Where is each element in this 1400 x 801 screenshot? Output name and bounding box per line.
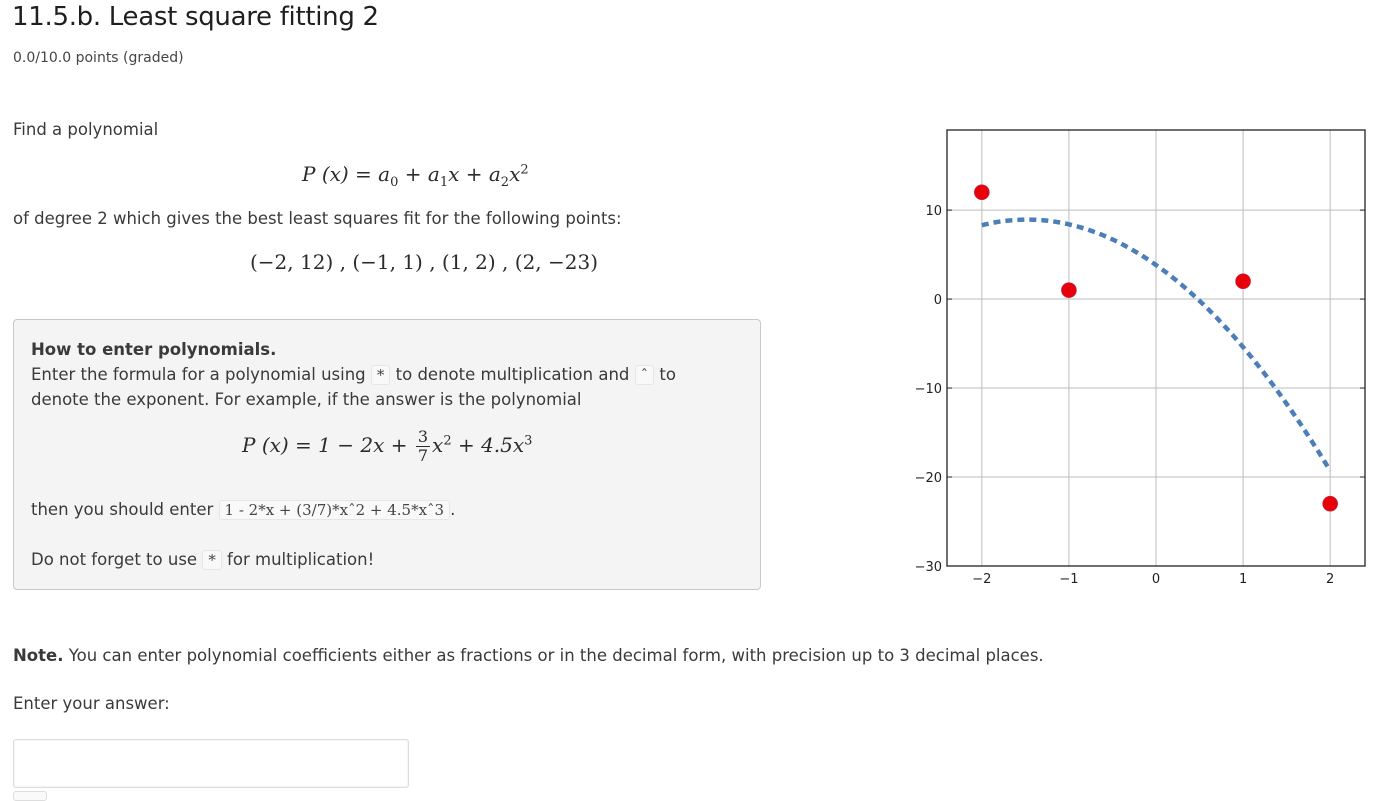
example-lhs: P (x) = 1 − 2x + — [242, 433, 414, 457]
y-tick-label: −20 — [915, 471, 942, 486]
x-tick-label: −1 — [1059, 572, 1078, 587]
answer-label: Enter your answer: — [13, 694, 170, 713]
y-tick-label: −30 — [915, 560, 942, 575]
then-line: then you should enter 1 - 2*x + (3/7)*xˆ… — [31, 500, 456, 520]
data-point — [1322, 495, 1338, 512]
y-tick-label: −10 — [915, 382, 942, 397]
info-text: to — [654, 365, 676, 384]
info-text: for multiplication! — [221, 550, 375, 569]
exponent: 2 — [520, 162, 529, 178]
example-code: 1 - 2*x + (3/7)*xˆ2 + 4.5*xˆ3 — [218, 500, 451, 520]
multiplication-symbol: * — [202, 550, 222, 570]
least-squares-chart: −2 −1 0 1 2 100−10−20−30 — [915, 129, 1366, 587]
grid-lines — [947, 130, 1365, 567]
exponent: 2 — [443, 433, 452, 449]
coef-a1-sub: 1 — [439, 175, 449, 190]
info-line-1: Enter the formula for a polynomial using… — [31, 365, 676, 385]
coef-a2: a — [488, 162, 501, 186]
points-status: 0.0/10.0 points (graded) — [13, 50, 184, 66]
coef-a0: a — [378, 162, 391, 186]
coef-a1: a — [427, 162, 440, 186]
note-text: Note. You can enter polynomial coefficie… — [13, 646, 1044, 665]
var-x: x — [509, 162, 521, 186]
data-point — [1061, 282, 1077, 298]
note-label: Note. — [13, 646, 64, 665]
intro-text: Find a polynomial — [13, 120, 159, 139]
exponent-symbol: ˆ — [634, 365, 655, 385]
problem-title: 11.5.b. Least square fitting 2 — [12, 2, 379, 32]
submit-button-partial[interactable] — [13, 791, 47, 801]
info-text: Do not forget to use — [31, 550, 203, 569]
example-formula: P (x) = 1 − 2x + 3 7 x2 + 4.5x3 — [242, 428, 532, 465]
info-text: to denote multiplication and — [390, 365, 635, 384]
fraction-numerator: 3 — [415, 427, 431, 447]
info-box: How to enter polynomials. Enter the form… — [13, 319, 761, 590]
var-x: x — [432, 433, 444, 457]
info-text: then you should enter — [31, 500, 219, 519]
x-tick-labels: −2 −1 0 1 2 — [972, 572, 1334, 587]
multiplication-symbol: * — [370, 365, 391, 385]
info-heading: How to enter polynomials. — [31, 340, 277, 359]
info-line-2: denote the exponent. For example, if the… — [31, 390, 582, 409]
data-point — [1235, 273, 1251, 290]
plus-sign: + — [459, 162, 489, 186]
reminder-line: Do not forget to use * for multiplicatio… — [31, 550, 375, 570]
y-tick-labels: 10 0 −10 −20 −30 — [915, 204, 942, 575]
info-text: Enter the formula for a polynomial using — [31, 365, 371, 384]
description-text: of degree 2 which gives the best least s… — [13, 209, 622, 228]
fraction: 37 — [415, 427, 431, 465]
polynomial-formula: P (x) = a0 + a1x + a2x2 — [302, 162, 529, 190]
x-tick-label: 2 — [1326, 572, 1334, 587]
note-body: You can enter polynomial coefficients ei… — [63, 646, 1044, 665]
fraction-denominator: 7 — [417, 446, 429, 465]
coef-a2-sub: 2 — [500, 175, 510, 190]
x-tick-label: 1 — [1239, 572, 1247, 587]
var-x: x — [448, 162, 460, 186]
x-tick-label: 0 — [1152, 572, 1160, 587]
plus-sign: + — [398, 162, 428, 186]
exponent: 3 — [524, 433, 533, 449]
y-tick-label: 0 — [934, 293, 942, 308]
info-text: . — [450, 500, 456, 519]
y-tick-label: 10 — [925, 204, 942, 219]
formula-lhs: P (x) = — [302, 162, 379, 186]
answer-input[interactable] — [13, 739, 409, 788]
data-point — [974, 184, 990, 201]
example-tail: + 4.5x — [451, 433, 525, 457]
points-list: (−2, 12) , (−1, 1) , (1, 2) , (2, −23) — [250, 250, 599, 274]
x-tick-label: −2 — [972, 572, 991, 587]
